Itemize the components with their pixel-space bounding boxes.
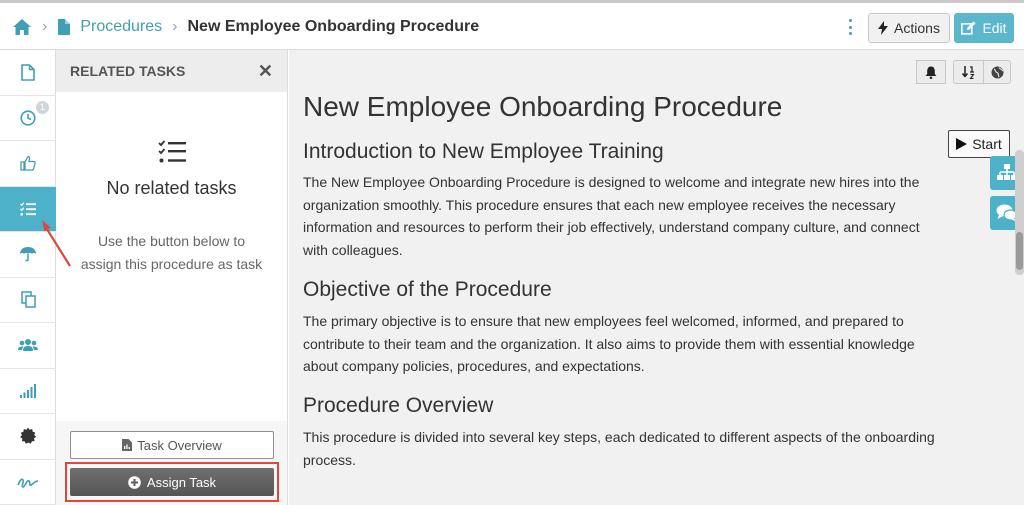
rail-item-signature[interactable] bbox=[0, 460, 56, 505]
rail-item-document[interactable] bbox=[0, 50, 56, 96]
scrollbar-thumb[interactable] bbox=[1016, 232, 1023, 270]
actions-button-label: Actions bbox=[894, 20, 940, 36]
start-button-label: Start bbox=[972, 136, 1002, 152]
empty-state-text: Use the button below to assign this proc… bbox=[80, 233, 263, 272]
language-button[interactable] bbox=[983, 60, 1011, 84]
section-body: This procedure is divided into several k… bbox=[303, 429, 935, 468]
rail-item-copies[interactable] bbox=[0, 278, 56, 323]
rail-item-statistics[interactable] bbox=[0, 369, 56, 414]
rail-item-risk[interactable] bbox=[0, 232, 56, 278]
copy-icon bbox=[20, 291, 36, 308]
thumbs-up-icon bbox=[20, 156, 36, 171]
tasks-icon bbox=[20, 202, 36, 216]
rail-item-related-tasks[interactable] bbox=[0, 186, 56, 232]
file-chart-icon bbox=[122, 439, 133, 451]
gear-icon bbox=[20, 427, 37, 445]
signal-icon bbox=[20, 383, 36, 398]
umbrella-icon bbox=[20, 247, 36, 262]
section-heading: Introduction to New Employee Training bbox=[303, 140, 664, 163]
sort-icon bbox=[962, 65, 975, 79]
document-title: New Employee Onboarding Procedure bbox=[303, 91, 783, 122]
sort-button[interactable] bbox=[953, 60, 984, 84]
start-button[interactable]: Start bbox=[948, 130, 1010, 158]
tasks-icon bbox=[158, 140, 186, 163]
signature-icon bbox=[17, 478, 39, 488]
notifications-button[interactable] bbox=[916, 60, 946, 84]
rail-item-settings[interactable] bbox=[0, 414, 56, 460]
history-count-badge: 1 bbox=[36, 100, 49, 114]
section-heading: Procedure Overview bbox=[303, 394, 494, 417]
related-tasks-title: RELATED TASKS bbox=[70, 63, 186, 79]
breadcrumb-procedures-link[interactable]: Procedures bbox=[80, 18, 162, 36]
document-icon bbox=[21, 63, 35, 81]
edit-button-label: Edit bbox=[982, 20, 1007, 36]
task-overview-button[interactable]: Task Overview bbox=[70, 431, 274, 459]
sidebar-rail: 1 bbox=[0, 50, 56, 505]
globe-icon bbox=[991, 66, 1003, 78]
document-view: New Employee Onboarding Procedure Introd… bbox=[289, 50, 1024, 505]
more-options-icon[interactable] bbox=[845, 16, 855, 38]
breadcrumb: › Procedures › New Employee Onboarding P… bbox=[12, 3, 479, 50]
edit-icon bbox=[961, 21, 976, 35]
lightning-icon bbox=[878, 21, 889, 35]
section-body: The New Employee Onboarding Procedure is… bbox=[303, 174, 920, 258]
breadcrumb-current: New Employee Onboarding Procedure bbox=[187, 17, 480, 35]
edit-button[interactable]: Edit bbox=[954, 13, 1014, 43]
section-body: The primary objective is to ensure that … bbox=[303, 313, 915, 374]
close-icon[interactable]: ✕ bbox=[258, 61, 273, 82]
breadcrumb-separator: › bbox=[172, 17, 178, 35]
document-icon bbox=[57, 18, 71, 35]
empty-state-title: No related tasks bbox=[106, 178, 237, 198]
home-icon[interactable] bbox=[12, 18, 32, 36]
clock-icon bbox=[20, 110, 36, 126]
related-tasks-empty-state: No related tasks Use the button below to… bbox=[56, 92, 287, 421]
rail-item-users[interactable] bbox=[0, 323, 56, 369]
play-icon bbox=[956, 138, 968, 150]
assign-task-button[interactable]: Assign Task bbox=[70, 468, 274, 496]
related-tasks-panel: RELATED TASKS ✕ No related tasks Use the… bbox=[56, 50, 288, 505]
sitemap-icon bbox=[997, 164, 1017, 180]
rail-item-history[interactable]: 1 bbox=[0, 96, 56, 141]
rail-item-approvals[interactable] bbox=[0, 141, 56, 187]
section-heading: Objective of the Procedure bbox=[303, 278, 552, 301]
plus-circle-icon bbox=[128, 475, 141, 489]
actions-button[interactable]: Actions bbox=[868, 13, 950, 43]
users-icon bbox=[18, 339, 38, 352]
related-tasks-header: RELATED TASKS ✕ bbox=[56, 50, 287, 92]
top-bar: › Procedures › New Employee Onboarding P… bbox=[0, 0, 1024, 50]
breadcrumb-separator: › bbox=[42, 17, 48, 35]
task-overview-label: Task Overview bbox=[137, 437, 222, 453]
bell-icon bbox=[925, 66, 937, 79]
assign-task-label: Assign Task bbox=[146, 474, 217, 490]
